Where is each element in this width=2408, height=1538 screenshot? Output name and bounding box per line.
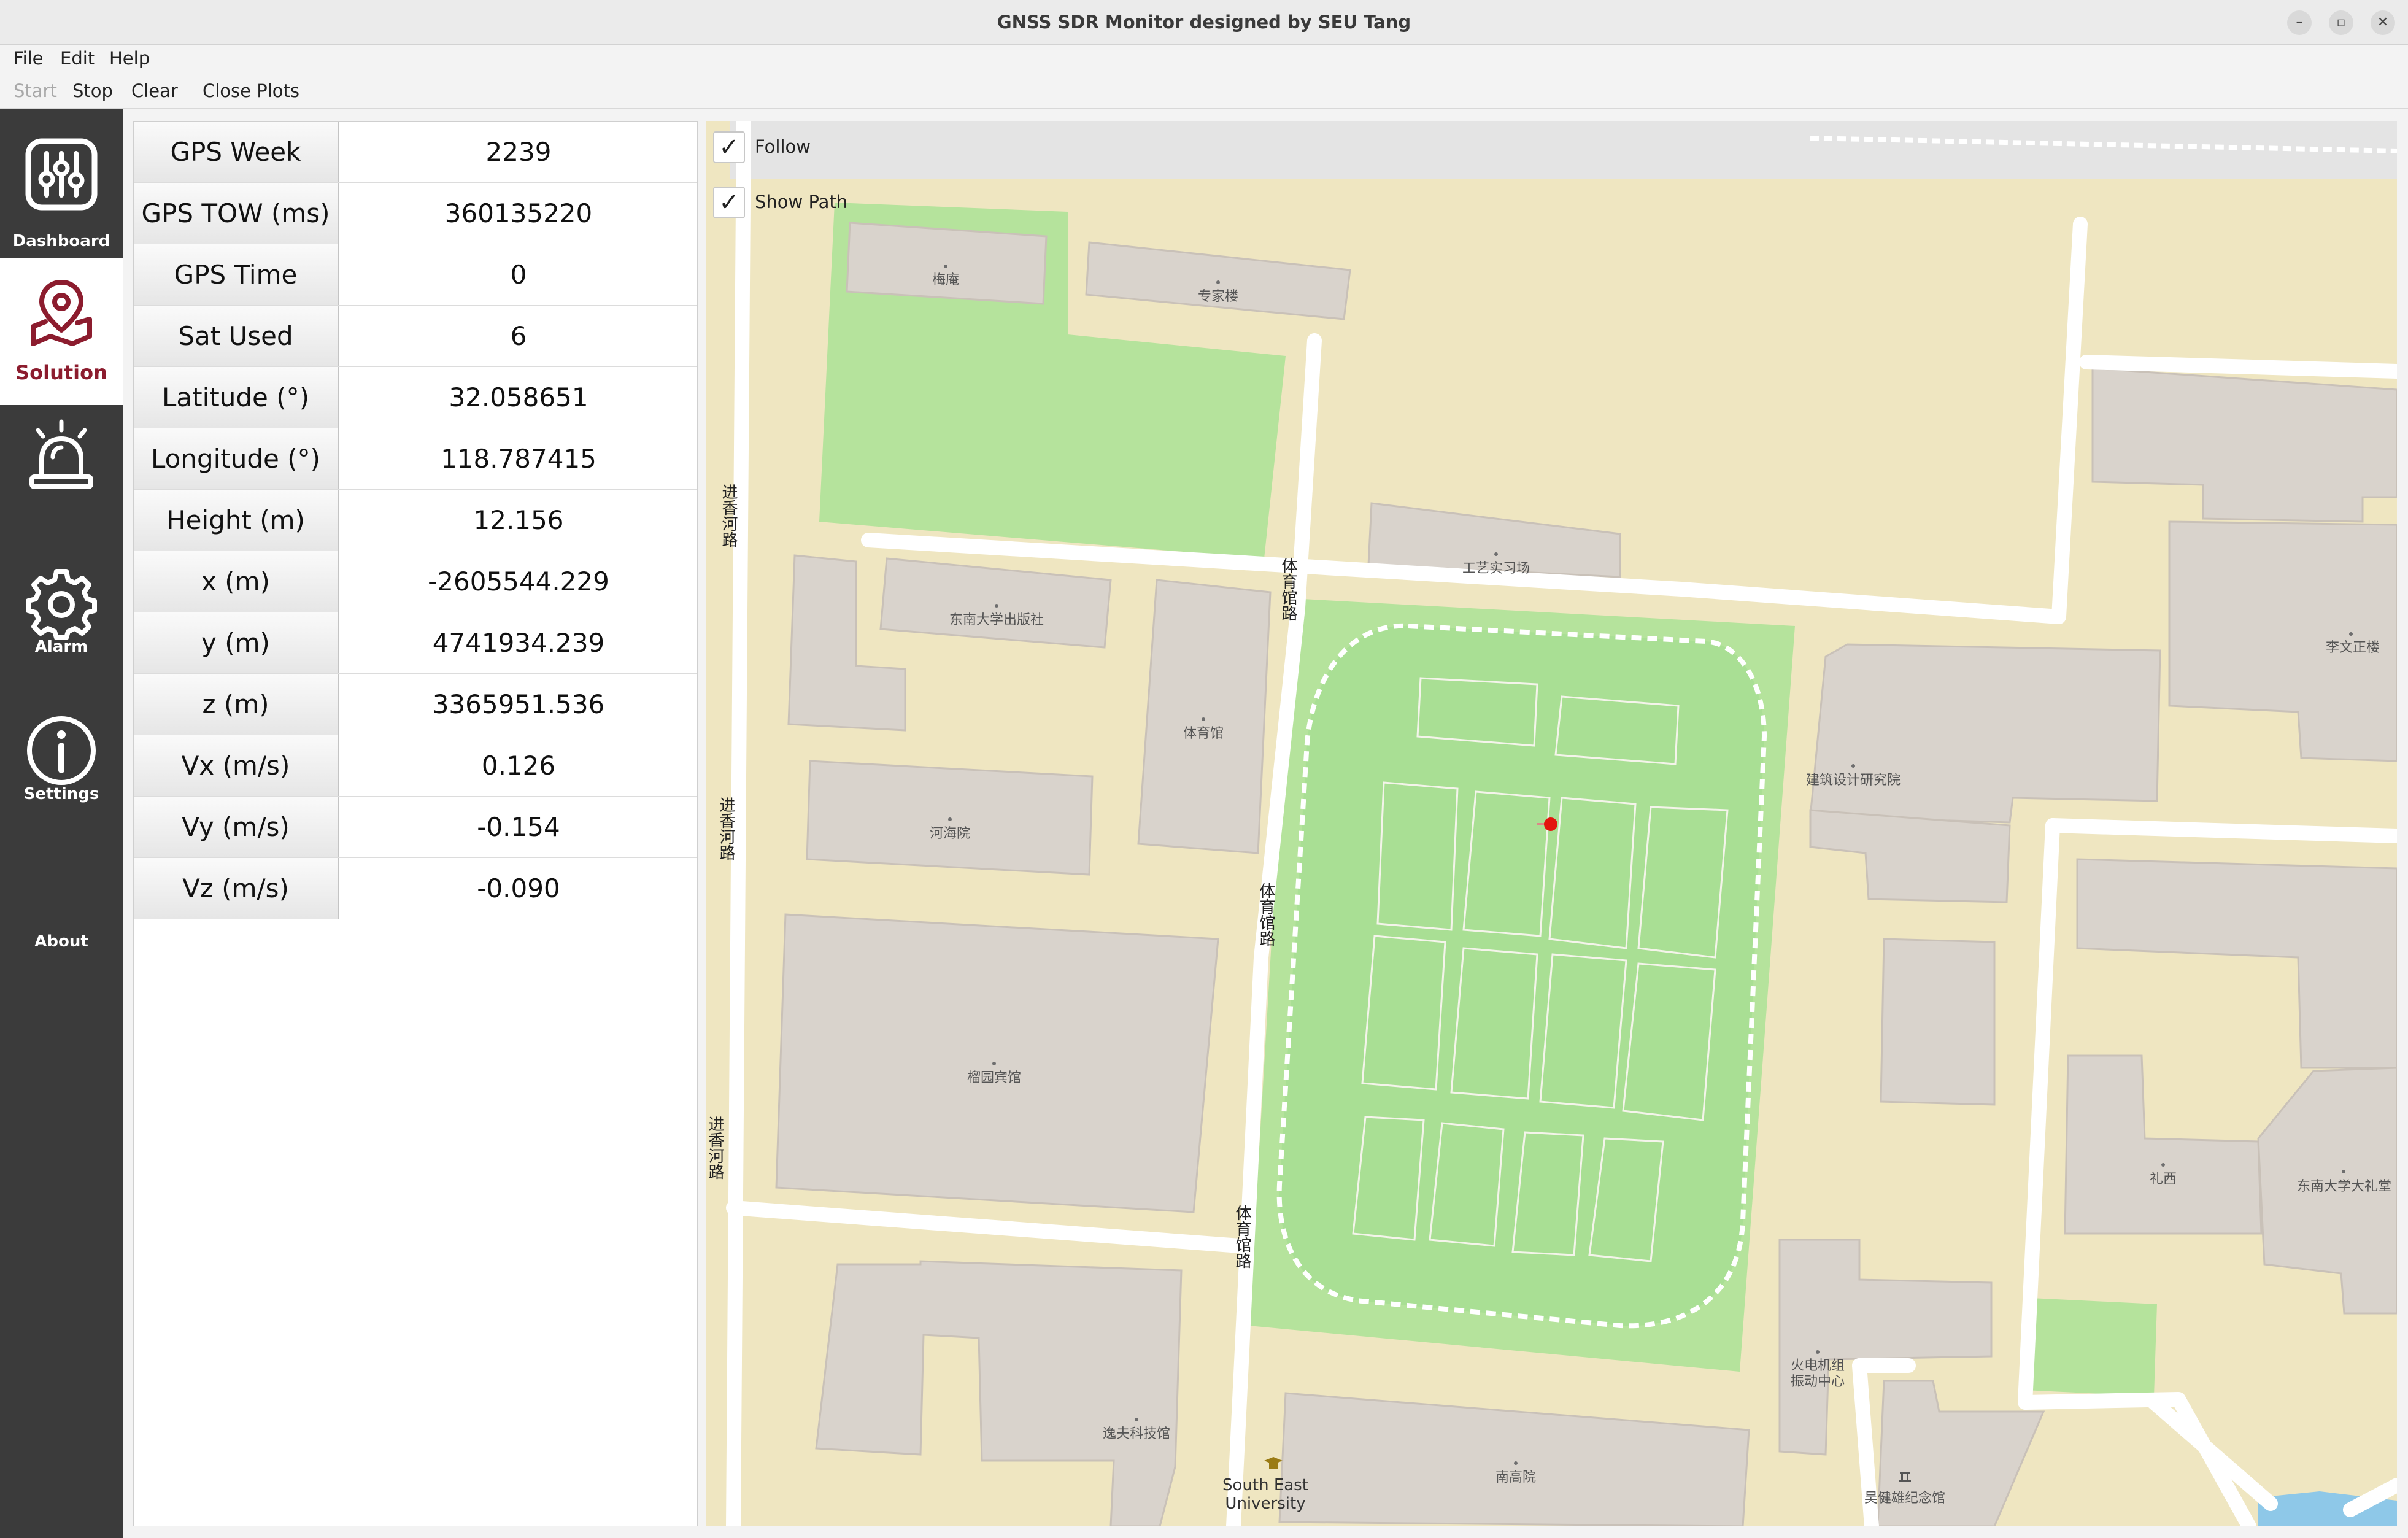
row-value[interactable]: -0.154 xyxy=(340,797,697,857)
follow-label: Follow xyxy=(755,136,811,157)
row-label: x (m) xyxy=(134,551,339,612)
menu-file[interactable]: File xyxy=(14,45,44,72)
row-label: z (m) xyxy=(134,674,339,735)
row-label: y (m) xyxy=(134,612,339,673)
map-label: 体育馆 xyxy=(1183,726,1224,741)
map-label: 振动中心 xyxy=(1791,1374,1845,1389)
table-row: GPS Week 2239 xyxy=(134,122,697,183)
solution-table: GPS Week 2239 GPS TOW (ms) 360135220 GPS T… xyxy=(133,121,698,1526)
map-label: 东南大学出版社 xyxy=(949,612,1044,628)
row-value[interactable]: 0 xyxy=(340,244,697,305)
road-label: 体育馆路 xyxy=(1257,883,1275,946)
table-row: Latitude (°) 32.058651 xyxy=(134,367,697,428)
position-marker xyxy=(1544,817,1557,831)
close-button[interactable]: ✕ xyxy=(2371,10,2395,35)
row-label: GPS TOW (ms) xyxy=(134,183,339,244)
sidebar-item-about[interactable]: About xyxy=(0,714,123,951)
map-label: 专家楼 xyxy=(1198,289,1238,304)
row-value[interactable]: 2239 xyxy=(340,122,697,182)
table-row: Vz (m/s) -0.090 xyxy=(134,858,697,919)
title-bar: GNSS SDR Monitor designed by SEU Tang – … xyxy=(0,0,2408,45)
map-label: 榴园宾馆 xyxy=(967,1070,1021,1086)
close-plots-button[interactable]: Close Plots xyxy=(203,72,299,110)
window-title: GNSS SDR Monitor designed by SEU Tang xyxy=(997,12,1411,33)
sliders-icon xyxy=(25,138,98,211)
table-row: x (m) -2605544.229 xyxy=(134,551,697,612)
stop-button[interactable]: Stop xyxy=(72,72,113,110)
map-label: 梅庵 xyxy=(932,272,959,288)
map-label: 逸夫科技馆 xyxy=(1103,1426,1170,1442)
sidebar-label-about: About xyxy=(34,932,88,951)
row-value[interactable]: 12.156 xyxy=(340,490,697,551)
table-row: Vx (m/s) 0.126 xyxy=(134,735,697,797)
info-icon xyxy=(27,716,96,785)
row-label: GPS Week xyxy=(134,122,339,182)
row-label: GPS Time xyxy=(134,244,339,305)
gear-icon xyxy=(26,569,97,640)
row-value[interactable]: 118.787415 xyxy=(340,428,697,489)
map-label: 火电机组 xyxy=(1791,1358,1845,1374)
map-label: 南高院 xyxy=(1495,1470,1536,1485)
sidebar: Dashboard Solution Alarm Settings About xyxy=(0,109,123,1538)
table-row: GPS Time 0 xyxy=(134,244,697,306)
row-value[interactable]: 3365951.536 xyxy=(340,674,697,735)
menu-bar: File Edit Help xyxy=(0,45,2408,72)
sidebar-item-alarm[interactable]: Alarm xyxy=(0,419,123,656)
row-label: Vy (m/s) xyxy=(134,797,339,857)
map-label: 东南大学大礼堂 xyxy=(2297,1179,2391,1194)
map-view[interactable]: 梅庵 专家楼 工艺实习场 东南大学出版社 体育馆 河海院 榴园宾馆 逸夫科技馆 … xyxy=(706,121,2397,1526)
table-row: Longitude (°) 118.787415 xyxy=(134,428,697,490)
show-path-label: Show Path xyxy=(755,191,848,212)
table-row: Height (m) 12.156 xyxy=(134,490,697,551)
row-value[interactable]: 4741934.239 xyxy=(340,612,697,673)
sidebar-label-solution: Solution xyxy=(15,361,107,384)
map-label: 河海院 xyxy=(930,826,970,841)
table-row: Vy (m/s) -0.154 xyxy=(134,797,697,858)
row-value[interactable]: 32.058651 xyxy=(340,367,697,428)
table-row: y (m) 4741934.239 xyxy=(134,612,697,674)
road-label: 进香河路 xyxy=(719,484,738,547)
toolbar: Start Stop Clear Close Plots xyxy=(0,72,2408,109)
map-label: South East xyxy=(1222,1476,1308,1494)
row-value[interactable]: 6 xyxy=(340,306,697,366)
table-row: Sat Used 6 xyxy=(134,306,697,367)
sidebar-item-settings[interactable]: Settings xyxy=(0,566,123,803)
road-label: 进香河路 xyxy=(706,1116,724,1180)
map-label: 吴健雄纪念馆 xyxy=(1864,1491,1945,1506)
row-label: Longitude (°) xyxy=(134,428,339,489)
road-label: 体育馆路 xyxy=(1233,1205,1251,1269)
row-value[interactable]: 360135220 xyxy=(340,183,697,244)
menu-help[interactable]: Help xyxy=(109,45,150,72)
map-label: 李文正楼 xyxy=(2326,640,2380,655)
road-label: 进香河路 xyxy=(717,797,735,860)
clear-button[interactable]: Clear xyxy=(131,72,178,110)
table-row: z (m) 3365951.536 xyxy=(134,674,697,735)
map-label: 礼西 xyxy=(2150,1172,2177,1187)
map-label: 建筑设计研究院 xyxy=(1806,773,1901,788)
menu-edit[interactable]: Edit xyxy=(60,45,95,72)
map-pin-icon xyxy=(31,280,92,346)
minimize-button[interactable]: – xyxy=(2287,10,2312,35)
row-label: Latitude (°) xyxy=(134,367,339,428)
follow-checkbox[interactable]: ✓ xyxy=(713,131,745,163)
row-label: Sat Used xyxy=(134,306,339,366)
sidebar-item-solution[interactable]: Solution xyxy=(0,258,123,405)
row-label: Height (m) xyxy=(134,490,339,551)
row-label: Vz (m/s) xyxy=(134,858,339,919)
road-label: 体育馆路 xyxy=(1279,557,1297,621)
row-value[interactable]: 0.126 xyxy=(340,735,697,796)
sidebar-item-dashboard[interactable]: Dashboard xyxy=(0,109,123,257)
sidebar-label-dashboard: Dashboard xyxy=(12,232,110,250)
row-value[interactable]: -0.090 xyxy=(340,858,697,919)
table-row: GPS TOW (ms) 360135220 xyxy=(134,183,697,244)
map-label: 工艺实习场 xyxy=(1462,561,1530,576)
row-label: Vx (m/s) xyxy=(134,735,339,796)
map-canvas[interactable]: 梅庵 专家楼 工艺实习场 东南大学出版社 体育馆 河海院 榴园宾馆 逸夫科技馆 … xyxy=(706,121,2397,1526)
alarm-icon xyxy=(29,419,93,489)
map-label: University xyxy=(1225,1494,1305,1513)
show-path-checkbox[interactable]: ✓ xyxy=(713,187,745,218)
maximize-button[interactable]: ▫ xyxy=(2329,10,2353,35)
start-button[interactable]: Start xyxy=(14,72,57,110)
row-value[interactable]: -2605544.229 xyxy=(340,551,697,612)
